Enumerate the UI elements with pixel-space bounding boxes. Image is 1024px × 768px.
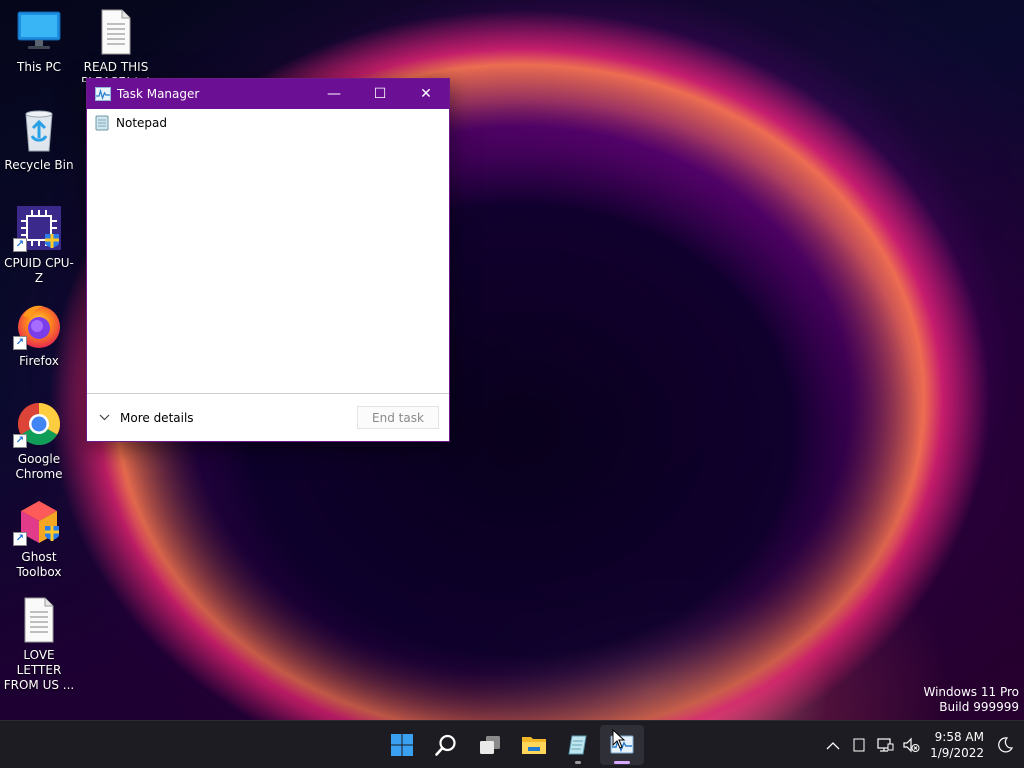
task-manager-icon (95, 87, 111, 101)
cpu-z-icon: ↗ (13, 204, 63, 252)
close-icon: ✕ (420, 86, 432, 102)
notepad-icon (568, 735, 587, 755)
desktop-icon-chrome[interactable]: ↗ Google Chrome (1, 400, 77, 482)
desktop-icon-label: LOVE LETTER FROM US ... (3, 648, 75, 692)
show-hidden-icons-button[interactable] (820, 725, 846, 765)
focus-assist-button[interactable] (992, 725, 1018, 765)
running-indicator (575, 761, 581, 764)
task-view-button[interactable] (468, 725, 512, 765)
desktop-icon-label: This PC (17, 60, 61, 74)
tablet-icon-button[interactable] (846, 725, 872, 765)
minimize-icon: — (327, 86, 341, 102)
chevron-up-icon (826, 741, 840, 749)
desktop-icon-recycle-bin[interactable]: Recycle Bin (1, 106, 77, 173)
taskbar: 9:58 AM 1/9/2022 (0, 720, 1024, 768)
search-icon (435, 734, 456, 756)
desktop-icon-firefox[interactable]: ↗ Firefox (1, 302, 77, 369)
desktop-icon-this-pc[interactable]: This PC (1, 8, 77, 75)
chrome-icon: ↗ (13, 400, 63, 448)
close-button[interactable]: ✕ (403, 79, 449, 109)
watermark-edition: Windows 11 Pro (923, 685, 1019, 699)
desktop-icon-love-letter[interactable]: LOVE LETTER FROM US ... (1, 596, 77, 693)
start-icon (391, 734, 413, 756)
desktop-icon-label: Google Chrome (15, 452, 63, 481)
clock[interactable]: 9:58 AM 1/9/2022 (930, 729, 984, 761)
file-explorer-button[interactable] (512, 725, 556, 765)
file-explorer-icon (522, 737, 546, 754)
desktop-icon-label: CPUID CPU-Z (4, 256, 74, 285)
chevron-down-icon (99, 411, 110, 424)
desktop-icon-ghost-toolbox[interactable]: ↗ Ghost Toolbox (1, 498, 77, 580)
task-view-icon (480, 736, 500, 754)
system-tray: 9:58 AM 1/9/2022 (820, 721, 1024, 768)
desktop-icon-label: Recycle Bin (4, 158, 74, 172)
end-task-button[interactable]: End task (357, 406, 439, 429)
this-pc-icon (15, 8, 63, 56)
desktop-icon-label: Ghost Toolbox (16, 550, 62, 579)
firefox-icon: ↗ (13, 302, 63, 350)
moon-icon (998, 737, 1013, 753)
desktop-icon-label: Firefox (19, 354, 59, 368)
volume-muted-icon (903, 737, 920, 753)
mouse-cursor-icon (612, 729, 626, 749)
recycle-bin-icon (15, 106, 63, 154)
text-file-icon (92, 8, 140, 56)
process-list: Notepad (87, 109, 449, 393)
process-name: Notepad (116, 116, 167, 130)
shortcut-arrow-icon: ↗ (13, 238, 27, 252)
shortcut-arrow-icon: ↗ (13, 434, 27, 448)
active-indicator (614, 761, 630, 764)
notepad-icon (95, 115, 109, 131)
shortcut-arrow-icon: ↗ (13, 336, 27, 350)
shortcut-arrow-icon: ↗ (13, 532, 27, 546)
notepad-taskbar-button[interactable] (556, 725, 600, 765)
start-button[interactable] (380, 725, 424, 765)
task-manager-window: Task Manager — ☐ ✕ Notepad More details … (86, 78, 450, 442)
desktop-icon-read-this-please[interactable]: READ THIS PLEASE!.txt (78, 8, 154, 82)
watermark-build: Build 999999 (939, 700, 1019, 714)
windows-watermark: Windows 11 Pro Build 999999 (923, 685, 1019, 715)
clock-date: 1/9/2022 (930, 746, 984, 760)
process-row-notepad[interactable]: Notepad (87, 109, 449, 137)
maximize-icon: ☐ (373, 86, 387, 102)
window-title: Task Manager (117, 87, 200, 101)
search-button[interactable] (424, 725, 468, 765)
tablet-icon (853, 738, 865, 752)
maximize-button[interactable]: ☐ (357, 79, 403, 109)
more-details-toggle[interactable]: More details (99, 411, 194, 425)
taskbar-apps (380, 721, 644, 768)
more-details-label: More details (120, 410, 194, 425)
text-file-icon (15, 596, 63, 644)
ghost-toolbox-icon: ↗ (13, 498, 63, 546)
volume-button[interactable] (898, 725, 924, 765)
network-icon (877, 738, 894, 752)
title-bar[interactable]: Task Manager — ☐ ✕ (87, 79, 449, 109)
task-manager-footer: More details End task (87, 393, 449, 441)
minimize-button[interactable]: — (311, 79, 357, 109)
clock-time: 9:58 AM (934, 730, 984, 744)
desktop-icon-cpu-z[interactable]: ↗ CPUID CPU-Z (1, 204, 77, 286)
network-button[interactable] (872, 725, 898, 765)
